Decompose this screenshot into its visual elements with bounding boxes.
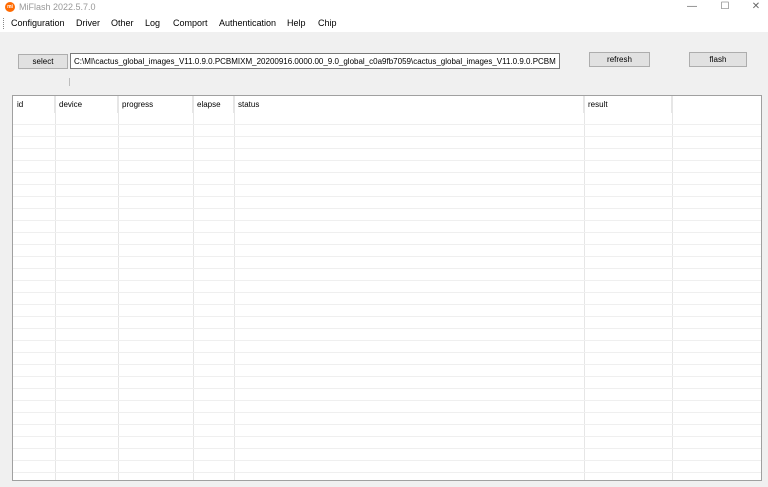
grid-row-line	[13, 388, 761, 389]
grid-row-line	[13, 244, 761, 245]
grid-row-line	[13, 364, 761, 365]
grid-column-line	[584, 96, 585, 480]
menu-authentication[interactable]: Authentication	[219, 18, 276, 28]
grid-row-line	[13, 196, 761, 197]
grid-row-line	[13, 352, 761, 353]
grid-row-line	[13, 268, 761, 269]
grid-row-line	[13, 436, 761, 437]
grid-row-line	[13, 328, 761, 329]
menu-driver[interactable]: Driver	[76, 18, 100, 28]
menu-comport[interactable]: Comport	[173, 18, 208, 28]
grid-row-line	[13, 220, 761, 221]
menu-log[interactable]: Log	[145, 18, 160, 28]
grid-row-line	[13, 124, 761, 125]
menu-chip[interactable]: Chip	[318, 18, 337, 28]
column-header-progress[interactable]: progress	[118, 96, 193, 113]
menu-bar: Configuration Driver Other Log Comport A…	[0, 15, 768, 32]
grid-row-line	[13, 148, 761, 149]
grid-column-line	[234, 96, 235, 480]
grid-row-line	[13, 472, 761, 473]
minimize-button[interactable]: —	[675, 0, 709, 15]
grid-row-line	[13, 292, 761, 293]
grid-row-line	[13, 412, 761, 413]
app-logo-icon: mi	[5, 2, 15, 12]
grid-row-line	[13, 304, 761, 305]
menu-grip-icon	[3, 18, 6, 29]
grid-column-line	[672, 96, 673, 480]
grid-row-line	[13, 400, 761, 401]
menu-configuration[interactable]: Configuration	[11, 18, 65, 28]
column-header-id[interactable]: id	[13, 96, 55, 113]
grid-column-line	[55, 96, 56, 480]
splitter-handle	[69, 78, 70, 86]
grid-row-line	[13, 160, 761, 161]
column-header-status[interactable]: status	[234, 96, 584, 113]
column-header-extra[interactable]	[672, 96, 761, 113]
refresh-button[interactable]: refresh	[589, 52, 650, 67]
menu-help[interactable]: Help	[287, 18, 306, 28]
grid-row-line	[13, 172, 761, 173]
grid-column-line	[118, 96, 119, 480]
grid-row-line	[13, 280, 761, 281]
column-header-result[interactable]: result	[584, 96, 672, 113]
title-bar: mi MiFlash 2022.5.7.0 — ☐ ✕	[0, 0, 768, 15]
window-title: MiFlash 2022.5.7.0	[19, 2, 96, 12]
device-table[interactable]: id device progress elapse status result	[12, 95, 762, 481]
grid-row-line	[13, 376, 761, 377]
grid-row-line	[13, 208, 761, 209]
grid-row-line	[13, 340, 761, 341]
grid-row-line	[13, 448, 761, 449]
column-header-device[interactable]: device	[55, 96, 118, 113]
grid-column-line	[193, 96, 194, 480]
rom-path-input[interactable]	[70, 53, 560, 69]
grid-row-line	[13, 232, 761, 233]
grid-row-line	[13, 316, 761, 317]
grid-row-line	[13, 136, 761, 137]
grid-row-line	[13, 460, 761, 461]
grid-row-line	[13, 424, 761, 425]
column-header-elapse[interactable]: elapse	[193, 96, 234, 113]
grid-row-line	[13, 256, 761, 257]
grid-row-line	[13, 184, 761, 185]
maximize-button[interactable]: ☐	[708, 0, 742, 15]
select-button[interactable]: select	[18, 54, 68, 69]
flash-button[interactable]: flash	[689, 52, 747, 67]
menu-other[interactable]: Other	[111, 18, 134, 28]
close-button[interactable]: ✕	[739, 0, 768, 15]
